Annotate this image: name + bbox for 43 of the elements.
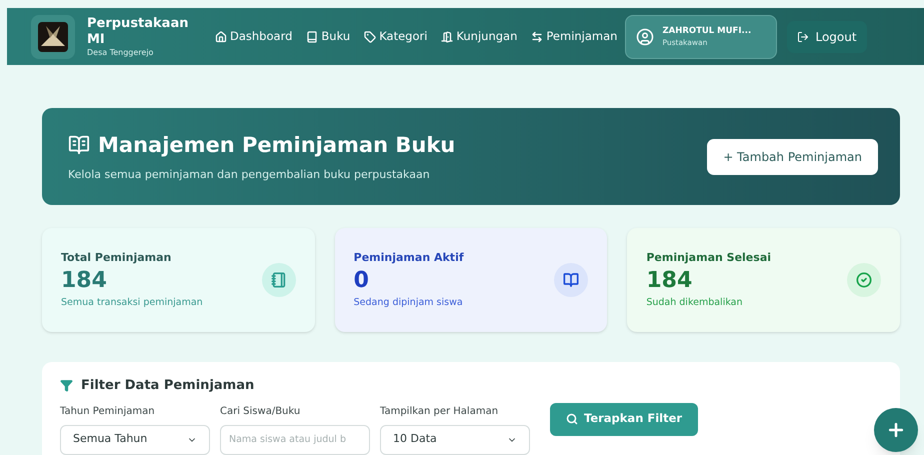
book-icon (306, 30, 318, 42)
stat-title: Total Peminjaman (61, 250, 172, 266)
add-loan-button[interactable]: + Tambah Peminjaman (707, 138, 878, 174)
stat-title: Peminjaman Selesai (646, 250, 772, 266)
select-field[interactable]: Semua Tahun (60, 424, 210, 454)
stat-note: Sedang dipinjam siswa (354, 296, 464, 310)
filter-icon (60, 379, 73, 392)
select-field[interactable]: 10 Data (380, 424, 530, 454)
door-icon (441, 30, 454, 42)
swap-icon (531, 30, 544, 42)
stat-value: 0 (354, 267, 370, 296)
apply-filter-button[interactable]: Terapkan Filter (550, 402, 698, 436)
stat-note: Semua transaksi peminjaman (61, 296, 203, 310)
nav-link[interactable]: Peminjaman (531, 28, 618, 46)
field-label: Cari Siswa/Buku (220, 404, 302, 418)
logout-icon (797, 30, 810, 42)
stat-note: Sudah dikembalikan (646, 296, 744, 310)
nav-link[interactable]: Dashboard (215, 28, 292, 46)
hero-subtitle: Kelola semua peminjaman dan pengembalian buku perpustakaan (68, 167, 431, 183)
brand-title: Perpustakaan MI (87, 16, 190, 48)
notebook-icon (262, 263, 296, 297)
hero-title: Manajemen Peminjaman Buku (98, 132, 456, 158)
nav-link[interactable]: Buku (306, 28, 350, 46)
reader-icon (68, 134, 90, 156)
stat-value: 184 (646, 267, 694, 296)
logout-button[interactable]: Logout (787, 20, 867, 52)
plus-icon (886, 420, 906, 440)
search-field[interactable]: Nama siswa atau judul b (220, 424, 370, 454)
nav-link[interactable]: Kunjungan (441, 28, 518, 46)
brand-subtitle: Desa Tenggerejo (87, 48, 154, 58)
field-label: Tahun Peminjaman (60, 404, 156, 418)
search-icon (566, 413, 578, 425)
field-label: Tampilkan per Halaman (380, 404, 500, 418)
user-name: ZAHROTUL MUFI... (662, 24, 752, 38)
floating-add-button[interactable] (874, 408, 918, 452)
filter-title: Filter Data Peminjaman (81, 377, 254, 395)
home-icon (215, 30, 227, 42)
stat-title: Peminjaman Aktif (354, 250, 464, 266)
open-book-icon (554, 263, 588, 297)
stat-value: 184 (61, 267, 108, 296)
nav-link[interactable]: Kategori (364, 28, 428, 46)
user-avatar-icon (636, 28, 654, 46)
tag-icon (364, 30, 376, 42)
